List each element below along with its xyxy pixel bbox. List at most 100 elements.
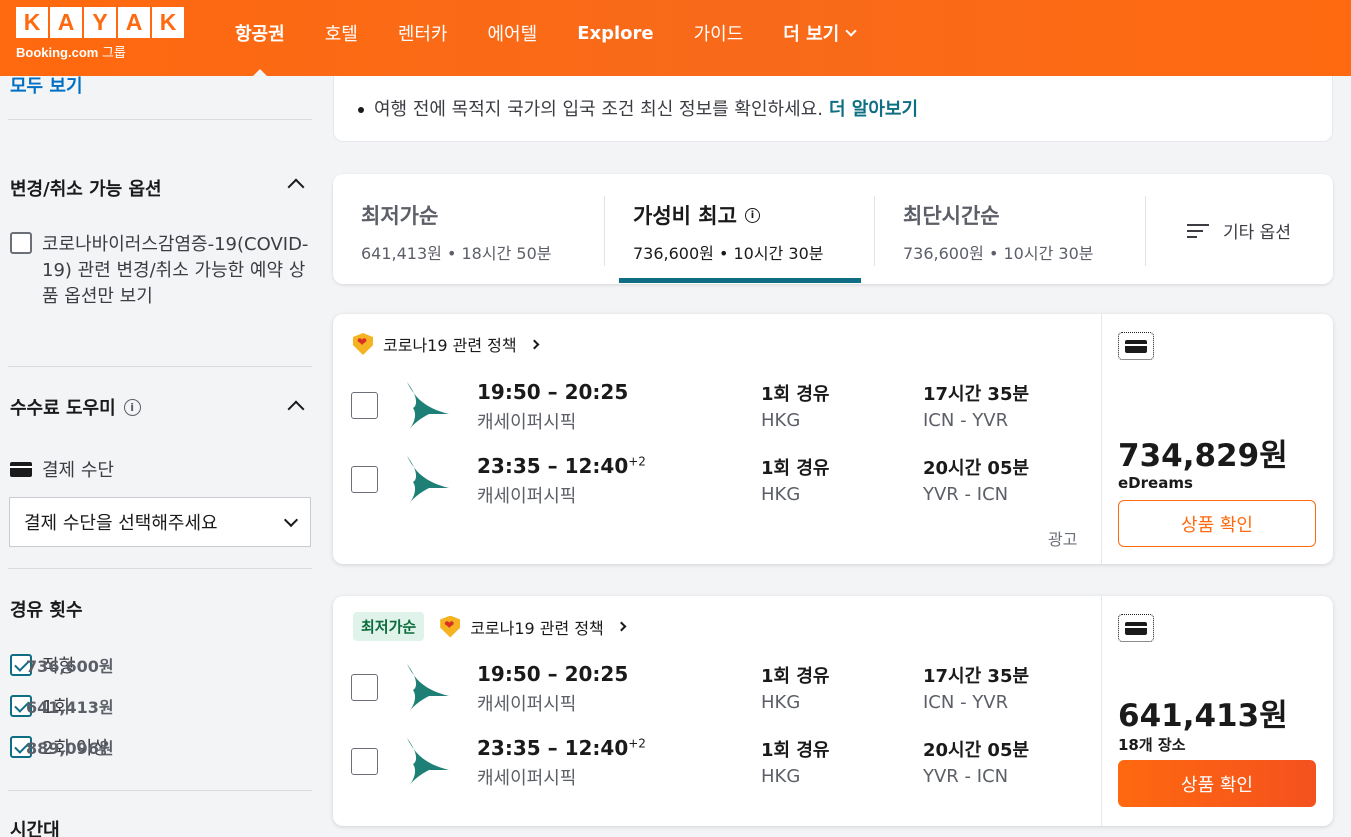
- more-sort-options-button[interactable]: 기타 옵션: [1187, 218, 1291, 243]
- flight-leg: 23:35 – 12:40+2 캐세이퍼시픽 1회 경유 HKG 20시간 05…: [351, 452, 1091, 522]
- nav-packages[interactable]: 에어텔: [468, 0, 558, 71]
- flex-options-title: 변경/취소 가능 옵션: [10, 179, 162, 200]
- price: 641,413원: [1118, 698, 1288, 734]
- chevron-up-icon[interactable]: [287, 400, 305, 418]
- baggage-fee-icon[interactable]: [1118, 614, 1154, 642]
- cathay-pacific-logo-icon: [407, 456, 449, 504]
- stop-price: 889,096원: [26, 739, 114, 758]
- stop-count: 1회 경유: [761, 666, 830, 687]
- price: 734,829원: [1118, 438, 1288, 474]
- nav-explore[interactable]: Explore: [557, 0, 673, 71]
- sort-tab-summary: 641,413원 • 18시간 50분: [361, 244, 552, 263]
- nav-more-label: 더 보기: [783, 24, 840, 45]
- chevron-up-icon[interactable]: [287, 178, 305, 196]
- nav-cars[interactable]: 렌터카: [378, 0, 468, 71]
- flight-duration: 20시간 05분: [923, 740, 1030, 761]
- time-title: 시간대: [10, 820, 60, 837]
- flight-route: ICN - YVR: [923, 410, 1009, 431]
- notice-text-row: 여행 전에 목적지 국가의 입국 조건 최신 정보를 확인하세요. 더 알아보기: [358, 95, 918, 121]
- info-icon[interactable]: i: [744, 207, 760, 223]
- compare-checkbox[interactable]: [351, 392, 378, 419]
- sort-tab-summary: 736,600원 • 10시간 30분: [633, 244, 824, 263]
- airline-name: 캐세이퍼시픽: [477, 412, 577, 433]
- chevron-down-icon: [845, 25, 857, 37]
- sort-tab-title: 최저가순: [361, 204, 439, 228]
- logo-letter: Y: [84, 7, 116, 38]
- sort-tab-title-row: 가성비 최고 i: [633, 200, 875, 230]
- logo-subtitle: Booking.com 그룹: [16, 45, 126, 60]
- flight-route: YVR - ICN: [923, 766, 1009, 787]
- flight-duration: 17시간 35분: [923, 384, 1030, 405]
- compare-checkbox[interactable]: [351, 466, 378, 493]
- sort-tab-summary: 736,600원 • 10시간 30분: [903, 244, 1094, 263]
- layover-airport: HKG: [761, 484, 801, 505]
- baggage-fee-icon[interactable]: [1118, 332, 1154, 360]
- airline-name: 캐세이퍼시픽: [477, 694, 577, 715]
- covid-flex-option[interactable]: 코로나바이러스감염증-19(COVID-19) 관련 변경/취소 가능한 예약 …: [10, 232, 312, 310]
- stop-price: 736,600원: [26, 657, 114, 676]
- flight-leg: 19:50 – 20:25 캐세이퍼시픽 1회 경유 HKG 17시간 35분 …: [351, 378, 1091, 448]
- nav-hotels[interactable]: 호텔: [305, 0, 378, 71]
- flight-leg: 19:50 – 20:25 캐세이퍼시픽 1회 경유 HKG 17시간 35분 …: [351, 660, 1091, 730]
- sort-tab-fastest[interactable]: 최단시간순 736,600원 • 10시간 30분: [875, 174, 1145, 284]
- divider: [8, 790, 312, 791]
- payment-method-select[interactable]: 결제 수단을 선택해주세요: [9, 497, 311, 547]
- compare-checkbox[interactable]: [351, 748, 378, 775]
- policy-label: 코로나19 관련 정책: [470, 618, 604, 638]
- layover-airport: HKG: [761, 766, 801, 787]
- price-panel: 734,829원 eDreams 상품 확인: [1101, 314, 1333, 564]
- sort-tab-title: 최단시간순: [903, 204, 1000, 228]
- flight-times: 23:35 – 12:40+2: [477, 454, 646, 478]
- view-deal-button[interactable]: 상품 확인: [1118, 500, 1316, 547]
- kayak-logo[interactable]: K A Y A K Booking.com 그룹: [16, 7, 184, 61]
- stop-option-one[interactable]: 1회 641,413원: [10, 693, 312, 719]
- divider: [8, 119, 312, 120]
- nav-more[interactable]: 더 보기: [763, 0, 875, 71]
- result-card[interactable]: 최저가순 코로나19 관련 정책 19:50 – 20:25 캐세이퍼시픽 1회…: [333, 596, 1333, 826]
- result-card[interactable]: 코로나19 관련 정책 19:50 – 20:25 캐세이퍼시픽 1회 경유 H…: [333, 314, 1333, 564]
- covid-flex-label: 코로나바이러스감염증-19(COVID-19) 관련 변경/취소 가능한 예약 …: [42, 234, 309, 307]
- notice-text: 여행 전에 목적지 국가의 입국 조건 최신 정보를 확인하세요.: [374, 99, 823, 120]
- fee-assistant-title: 수수료 도우미: [10, 398, 116, 419]
- sort-lines-icon: [1187, 223, 1209, 238]
- stop-option-direct[interactable]: 직항 736,600원: [10, 652, 312, 678]
- logo-letter: A: [50, 7, 82, 38]
- card-badges: 최저가순 코로나19 관련 정책: [353, 612, 627, 641]
- policy-label: 코로나19 관련 정책: [383, 336, 517, 355]
- nav-guides[interactable]: 가이드: [674, 0, 764, 71]
- logo-letter: A: [118, 7, 150, 38]
- sort-tab-best[interactable]: 가성비 최고 i 736,600원 • 10시간 30분: [605, 174, 875, 284]
- payment-method-row: 결제 수단: [10, 456, 114, 482]
- learn-more-link[interactable]: 더 알아보기: [829, 99, 918, 120]
- covid-policy-link[interactable]: 코로나19 관련 정책: [353, 332, 540, 356]
- shield-heart-icon: [353, 333, 373, 355]
- cathay-pacific-logo-icon: [407, 382, 449, 430]
- stops-title: 경유 횟수: [10, 600, 83, 621]
- flex-options-header[interactable]: 변경/취소 가능 옵션: [10, 175, 312, 201]
- nav-flights[interactable]: 항공권: [215, 0, 305, 71]
- provider-count: 18개 장소: [1118, 736, 1186, 754]
- layover-airport: HKG: [761, 410, 801, 431]
- covid-policy-link[interactable]: 코로나19 관련 정책: [440, 615, 627, 639]
- stop-price: 641,413원: [26, 698, 114, 717]
- shield-heart-icon: [440, 615, 461, 638]
- view-deal-button[interactable]: 상품 확인: [1118, 760, 1316, 807]
- stop-option-two-plus[interactable]: 2회 이상 889,096원: [10, 734, 312, 760]
- logo-letter: K: [16, 7, 48, 38]
- compare-checkbox[interactable]: [351, 674, 378, 701]
- filters-sidebar: 모두 보기 변경/취소 가능 옵션 코로나바이러스감염증-19(COVID-19…: [0, 0, 320, 837]
- airline-name: 캐세이퍼시픽: [477, 486, 577, 507]
- top-header: K A Y A K Booking.com 그룹 항공권 호텔 렌터카 에어텔 …: [0, 0, 1351, 76]
- logo-letters: K A Y A K: [16, 7, 184, 38]
- chevron-right-icon: [616, 621, 627, 632]
- flight-times: 19:50 – 20:25: [477, 380, 629, 404]
- sort-tab-cheapest[interactable]: 최저가순 641,413원 • 18시간 50분: [333, 174, 605, 284]
- payment-method-value: 결제 수단을 선택해주세요: [24, 513, 218, 534]
- airline-name: 캐세이퍼시픽: [477, 768, 577, 789]
- info-icon[interactable]: i: [123, 398, 141, 416]
- covid-flex-checkbox[interactable]: [10, 232, 32, 254]
- flight-times: 23:35 – 12:40+2: [477, 736, 646, 760]
- flight-route: ICN - YVR: [923, 692, 1009, 713]
- flight-route: YVR - ICN: [923, 484, 1009, 505]
- fee-assistant-header[interactable]: 수수료 도우미 i: [10, 394, 312, 420]
